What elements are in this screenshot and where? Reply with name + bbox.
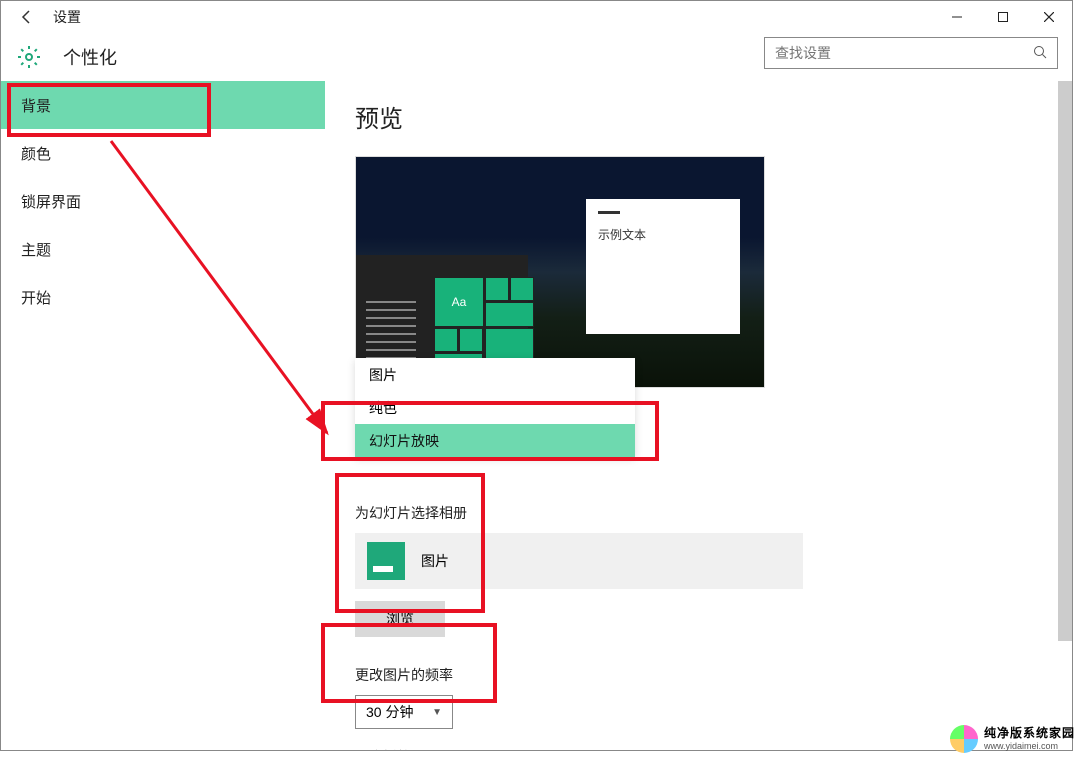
window-title: 设置	[53, 7, 81, 27]
preview-window: 示例文本	[586, 199, 740, 334]
album-name: 图片	[421, 551, 449, 571]
album-row[interactable]: 图片	[355, 533, 803, 589]
sidebar-item-2[interactable]: 锁屏界面	[1, 177, 325, 225]
titlebar: 设置	[1, 1, 1072, 33]
sidebar: 背景颜色锁屏界面主题开始	[1, 81, 325, 750]
sidebar-item-4[interactable]: 开始	[1, 273, 325, 321]
dropdown-option-0[interactable]: 图片	[355, 358, 635, 391]
watermark-title: 纯净版系统家园	[984, 726, 1075, 740]
search-box[interactable]	[764, 37, 1058, 69]
browse-button[interactable]: 浏览	[355, 601, 445, 637]
search-input[interactable]	[775, 45, 1033, 61]
page-title: 个性化	[63, 44, 117, 70]
settings-window: 设置 个性化 背景颜色锁屏界面主题开始 预览	[0, 0, 1073, 751]
dropdown-option-2[interactable]: 幻灯片放映	[355, 424, 635, 457]
body: 背景颜色锁屏界面主题开始 预览 Aa	[1, 81, 1058, 750]
chevron-down-icon: ▼	[432, 707, 442, 718]
main-content: 预览 Aa	[325, 81, 1058, 750]
close-button[interactable]	[1026, 1, 1072, 33]
album-label: 为幻灯片选择相册	[355, 503, 1058, 523]
preview-tile-aa: Aa	[434, 277, 484, 327]
preview-sample-text: 示例文本	[598, 228, 646, 242]
arrow-left-icon	[19, 9, 35, 25]
maximize-button[interactable]	[980, 1, 1026, 33]
folder-icon	[367, 542, 405, 580]
background-type-dropdown[interactable]: 图片纯色幻灯片放映	[355, 358, 635, 457]
watermark: 纯净版系统家园 www.yidaimei.com	[950, 725, 1075, 753]
header: 个性化	[1, 33, 1072, 81]
frequency-value: 30 分钟	[366, 702, 413, 722]
window-controls	[934, 1, 1072, 33]
frequency-label: 更改图片的频率	[355, 665, 1058, 685]
back-button[interactable]	[9, 1, 45, 33]
frequency-select[interactable]: 30 分钟 ▼	[355, 695, 453, 729]
minimize-button[interactable]	[934, 1, 980, 33]
sidebar-item-3[interactable]: 主题	[1, 225, 325, 273]
dropdown-option-1[interactable]: 纯色	[355, 391, 635, 424]
gear-icon	[17, 45, 41, 69]
scrollbar[interactable]	[1058, 81, 1072, 641]
preview-heading: 预览	[355, 99, 1058, 134]
watermark-url: www.yidaimei.com	[984, 741, 1075, 752]
sidebar-item-1[interactable]: 颜色	[1, 129, 325, 177]
watermark-logo-icon	[950, 725, 978, 753]
search-icon	[1033, 45, 1047, 62]
sidebar-item-0[interactable]: 背景	[1, 81, 325, 129]
preview-thumbnail: Aa 示例文本	[355, 156, 765, 388]
